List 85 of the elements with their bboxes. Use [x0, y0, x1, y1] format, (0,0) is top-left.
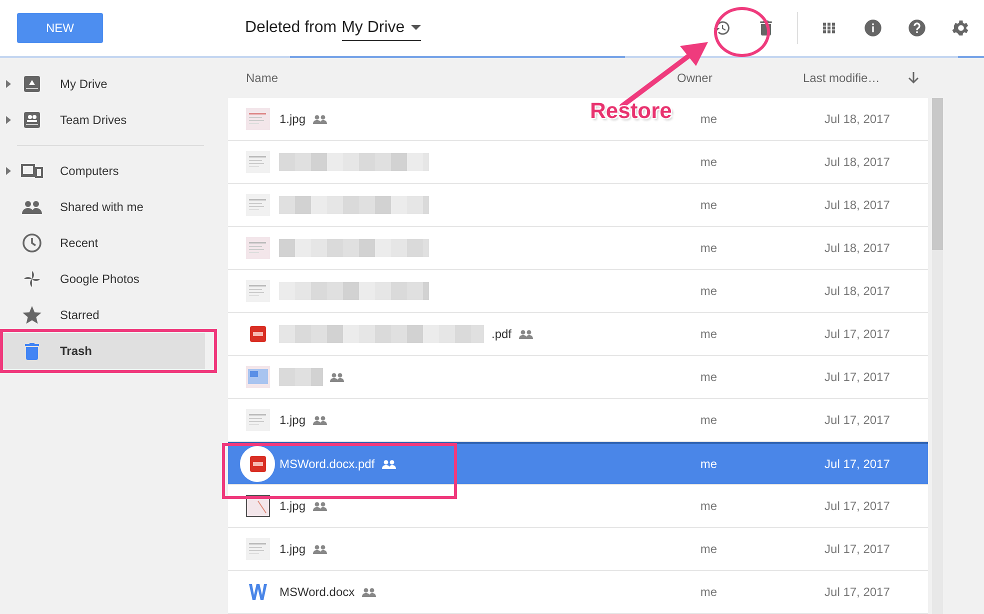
sidebar-item[interactable]: Computers [0, 153, 205, 189]
owner-cell-text: me [700, 327, 718, 341]
column-header[interactable]: Name [228, 71, 677, 85]
thumbnail-icon [246, 366, 270, 388]
thumbnail-icon [246, 237, 270, 259]
file-name: 1.jpg [279, 499, 306, 513]
file-row[interactable]: me Jul 18, 2017 [228, 227, 928, 270]
thumbnail-icon [246, 409, 270, 431]
expand-arrow-icon[interactable] [6, 80, 11, 88]
date-cell-text: Jul 17, 2017 [824, 327, 891, 341]
owner-cell-text: me [700, 112, 718, 126]
date-cell-text: Jul 17, 2017 [824, 542, 891, 556]
file-row[interactable]: 1.jpg me Jul 17, 2017 [228, 485, 928, 528]
drive-icon [23, 75, 41, 93]
date-cell-text: Jul 17, 2017 [824, 413, 891, 427]
date-cell-text: Jul 17, 2017 [824, 499, 891, 513]
location-dropdown[interactable]: My Drive [342, 18, 421, 40]
clock-icon [22, 233, 42, 253]
owner-cell-text: me [700, 241, 718, 255]
sidebar-item[interactable]: Shared with me [0, 189, 205, 225]
file-row[interactable]: me Jul 18, 2017 [228, 270, 928, 313]
owner-cell-text: me [700, 585, 718, 599]
owner-cell-text: me [700, 198, 718, 212]
word-icon [248, 584, 267, 600]
thumbnail-icon [246, 280, 270, 302]
owner-cell-text: me [700, 370, 718, 384]
owner-cell-text: me [700, 155, 718, 169]
sidebar-item[interactable]: Google Photos [0, 261, 205, 297]
caret-icon [410, 24, 421, 30]
thumbnail-icon [246, 151, 270, 173]
computers-icon [21, 163, 43, 179]
file-row[interactable]: MSWord.docx me Jul 17, 2017 [228, 571, 928, 614]
file-row[interactable]: .pdf me Jul 17, 2017 [228, 313, 928, 356]
sidebar-item[interactable]: My Drive [0, 66, 205, 102]
highlight-circle [714, 7, 770, 57]
owner-cell-text: me [700, 413, 718, 427]
scroll-thumb[interactable] [932, 98, 943, 250]
callout-label: Restore [590, 98, 672, 124]
file-row[interactable]: me Jul 18, 2017 [228, 141, 928, 184]
file-name: MSWord.docx.pdf [279, 457, 375, 471]
sidebar-item[interactable]: Recent [0, 225, 205, 261]
column-header[interactable]: Owner [677, 71, 803, 85]
sidebar-item[interactable]: Starred [0, 297, 205, 333]
pdf-icon [250, 326, 266, 342]
pinwheel-icon [22, 269, 42, 289]
scrollbar[interactable] [932, 98, 943, 614]
page-title: Deleted from [245, 19, 337, 37]
file-row[interactable]: MSWord.docx.pdf me Jul 17, 2017 [228, 442, 928, 485]
star-icon [22, 305, 42, 325]
help-icon [907, 18, 927, 38]
file-name: .pdf [491, 327, 512, 341]
column-header[interactable]: Last modifie… [803, 71, 908, 85]
thumbnail-icon [246, 108, 270, 130]
file-name: MSWord.docx [279, 585, 355, 599]
team-drive-icon [23, 111, 41, 129]
file-row[interactable]: me Jul 17, 2017 [228, 356, 928, 399]
thumbnail-icon [246, 194, 270, 216]
owner-cell-text: me [700, 542, 718, 556]
date-cell-text: Jul 18, 2017 [824, 112, 891, 126]
sidebar-item[interactable]: Team Drives [0, 102, 205, 138]
pdf-icon [250, 456, 266, 472]
sidebar-item[interactable]: Trash [0, 333, 205, 369]
date-cell-text: Jul 17, 2017 [824, 457, 891, 471]
date-cell-text: Jul 18, 2017 [824, 284, 891, 298]
file-row[interactable]: 1.jpg me Jul 17, 2017 [228, 528, 928, 571]
file-name: 1.jpg [279, 413, 306, 427]
file-name: 1.jpg [279, 112, 306, 126]
file-name: 1.jpg [279, 542, 306, 556]
date-cell-text: Jul 18, 2017 [824, 198, 891, 212]
date-cell-text: Jul 18, 2017 [824, 241, 891, 255]
date-cell-text: Jul 17, 2017 [824, 370, 891, 384]
expand-arrow-icon[interactable] [6, 167, 11, 175]
people-icon [22, 200, 42, 214]
file-row[interactable]: me Jul 18, 2017 [228, 184, 928, 227]
owner-cell-text: me [700, 499, 718, 513]
settings-icon [951, 18, 971, 38]
info-icon [863, 18, 883, 38]
thumbnail-icon [246, 538, 270, 560]
trash-icon [25, 342, 39, 360]
sort-down-icon[interactable] [908, 72, 919, 84]
owner-cell-text: me [700, 457, 718, 471]
date-cell-text: Jul 17, 2017 [824, 585, 891, 599]
expand-arrow-icon[interactable] [6, 116, 11, 124]
owner-cell-text: me [700, 284, 718, 298]
date-cell-text: Jul 18, 2017 [824, 155, 891, 169]
